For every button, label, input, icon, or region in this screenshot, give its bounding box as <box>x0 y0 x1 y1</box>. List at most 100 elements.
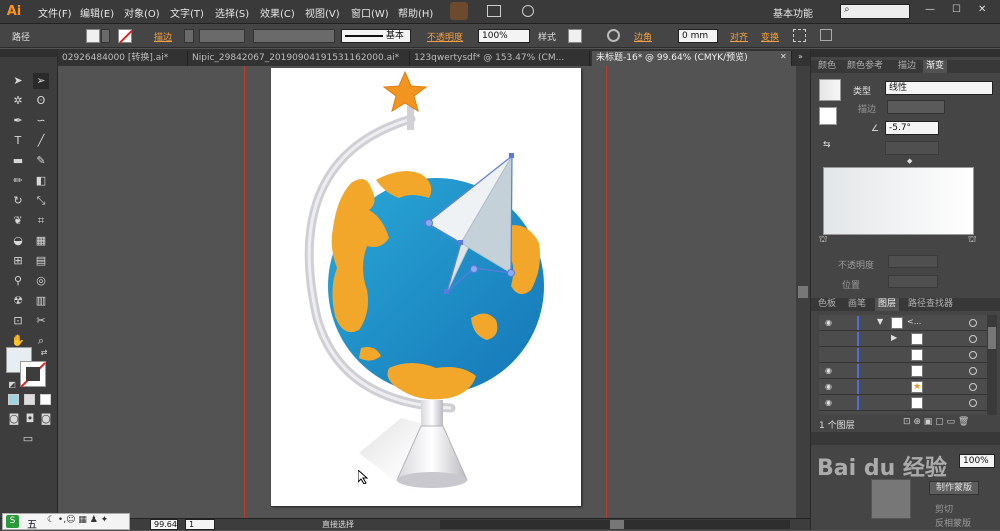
workspace-switcher[interactable]: 基本功能 <box>773 5 813 20</box>
draw-normal-icon[interactable]: ◙ <box>6 411 22 427</box>
menu-window[interactable]: 窗口(W) <box>351 5 389 20</box>
visibility-icon[interactable]: ◉ <box>825 382 835 392</box>
menu-type[interactable]: 文字(T) <box>170 5 204 20</box>
target-icon[interactable] <box>969 351 977 359</box>
close-icon[interactable]: ✕ <box>978 4 986 15</box>
target-icon[interactable] <box>969 319 977 327</box>
stroke-weight-dropdown[interactable] <box>199 29 245 43</box>
tab-overflow-icon[interactable]: » <box>798 52 803 61</box>
tab-swatches[interactable]: 色板 <box>815 298 839 311</box>
paintbrush-tool-icon[interactable]: ✎ <box>33 153 49 169</box>
transform-link[interactable]: 变换 <box>761 30 779 43</box>
target-icon[interactable] <box>969 335 977 343</box>
layer-row[interactable]: ◉ ★ <box>819 379 991 395</box>
tab-document-1[interactable]: 02926484000 [转换].ai* <box>58 51 188 66</box>
invert-mask-checkbox-label[interactable]: 反相蒙版 <box>935 516 971 529</box>
warp-tool-icon[interactable]: ❦ <box>10 213 26 229</box>
swap-colors-icon[interactable]: ⇄ <box>36 345 52 361</box>
target-icon[interactable] <box>969 399 977 407</box>
layer-name[interactable]: <... <box>907 317 921 326</box>
visibility-icon[interactable]: ◉ <box>825 398 835 408</box>
fill-dropdown[interactable] <box>101 29 110 43</box>
opacity-label[interactable]: 不透明度 <box>427 30 463 43</box>
gradient-preview-swatch[interactable] <box>819 79 841 101</box>
magic-wand-tool-icon[interactable]: ✲ <box>10 93 26 109</box>
gradient-tool-icon[interactable]: ▤ <box>33 253 49 269</box>
tab-stroke[interactable]: 描边 <box>895 60 919 73</box>
stroke-label[interactable]: 描边 <box>154 30 172 43</box>
selection-tool-icon[interactable]: ➤ <box>10 73 26 89</box>
layer-row[interactable]: ▶ <box>819 331 991 347</box>
bridge-icon[interactable] <box>450 2 468 20</box>
slice-tool-icon[interactable]: ✂ <box>33 313 49 329</box>
tab-gradient[interactable]: 渐变 <box>923 60 948 73</box>
perspective-grid-tool-icon[interactable]: ▦ <box>33 233 49 249</box>
stroke-swatch[interactable] <box>118 29 133 44</box>
eyedropper-tool-icon[interactable]: ⚲ <box>10 273 26 289</box>
panel-menu-icon[interactable] <box>820 29 832 41</box>
direct-selection-tool-icon[interactable]: ➢ <box>33 73 49 89</box>
free-transform-tool-icon[interactable]: ⌗ <box>33 213 49 229</box>
globe-illustration[interactable] <box>271 68 581 506</box>
menu-view[interactable]: 视图(V) <box>305 5 340 20</box>
tab-document-4[interactable]: 未标题-16* @ 99.64% (CMYK/预览) <box>592 51 792 66</box>
gradient-mode-icon[interactable] <box>24 394 35 405</box>
layer-row[interactable]: ◉ <box>819 363 991 379</box>
stroke-color-box[interactable] <box>20 361 46 388</box>
tab-pathfinder[interactable]: 路径查找器 <box>905 298 956 311</box>
menu-help[interactable]: 帮助(H) <box>398 5 433 20</box>
default-colors-icon[interactable]: ◩ <box>4 377 20 393</box>
pencil-tool-icon[interactable]: ✏ <box>10 173 26 189</box>
target-icon[interactable] <box>969 383 977 391</box>
gradient-angle-field[interactable]: -5.7° <box>885 121 939 135</box>
target-icon[interactable] <box>969 367 977 375</box>
opacity-field[interactable]: 100% <box>478 29 530 43</box>
type-tool-icon[interactable]: T <box>10 133 26 149</box>
layer-row[interactable]: ◉ <box>819 395 991 411</box>
stroke-weight-stepper[interactable] <box>184 29 194 43</box>
color-mode-icon[interactable] <box>8 394 19 405</box>
stroke-gradient-buttons[interactable] <box>887 100 945 114</box>
corner-radius-field[interactable]: 0 mm <box>678 29 718 43</box>
eraser-tool-icon[interactable]: ◧ <box>33 173 49 189</box>
tab-layers[interactable]: 图层 <box>875 298 900 311</box>
layer-row[interactable]: ◉ ▼ <... <box>819 315 991 331</box>
scale-tool-icon[interactable]: ⤡ <box>33 193 49 209</box>
pen-tool-icon[interactable]: ✒ <box>10 113 26 129</box>
gradient-slider-bar[interactable] <box>823 167 974 235</box>
variable-width-dropdown[interactable] <box>253 29 335 43</box>
arrange-documents-icon[interactable] <box>487 5 501 17</box>
menu-effect[interactable]: 效果(C) <box>260 5 295 20</box>
tab-document-3[interactable]: 123qwertysdf* @ 153.47% (CM... <box>410 51 590 66</box>
gradient-type-dropdown[interactable]: 线性 <box>885 81 993 95</box>
none-mode-icon[interactable] <box>40 394 51 405</box>
horizontal-scrollbar[interactable] <box>440 520 790 529</box>
brush-definition-dropdown[interactable]: 基本 <box>341 29 411 43</box>
visibility-icon[interactable]: ◉ <box>825 366 835 376</box>
corner-label[interactable]: 边角 <box>634 30 652 43</box>
artboard-tool-icon[interactable]: ⊡ <box>10 313 26 329</box>
screen-mode-icon[interactable]: ▭ <box>20 431 36 447</box>
align-link[interactable]: 对齐 <box>730 30 748 43</box>
mesh-tool-icon[interactable]: ⊞ <box>10 253 26 269</box>
draw-inside-icon[interactable]: ◙ <box>38 411 54 427</box>
tab-brushes[interactable]: 画笔 <box>845 298 869 311</box>
toolbar-grip[interactable] <box>0 49 58 57</box>
artboard[interactable] <box>271 68 581 506</box>
ime-options-icon[interactable]: ☾ •,☺ ▦ ♟ ✦ <box>47 515 108 525</box>
isolate-icon[interactable] <box>793 29 806 42</box>
search-input[interactable] <box>840 4 910 19</box>
line-tool-icon[interactable]: ╱ <box>33 133 49 149</box>
vertical-scrollbar[interactable] <box>796 66 810 518</box>
expand-arrow-icon[interactable]: ▼ <box>877 317 883 326</box>
visibility-icon[interactable]: ◉ <box>825 318 835 328</box>
tab-color[interactable]: 颜色 <box>815 60 839 73</box>
graphic-style-swatch[interactable] <box>568 29 582 43</box>
layers-scrollbar[interactable] <box>987 315 997 415</box>
scroll-thumb[interactable] <box>798 286 808 298</box>
draw-behind-icon[interactable]: ◘ <box>22 411 38 427</box>
menu-edit[interactable]: 编辑(E) <box>80 5 114 20</box>
column-graph-tool-icon[interactable]: ▥ <box>33 293 49 309</box>
recolor-icon[interactable] <box>607 29 620 42</box>
canvas-area[interactable] <box>58 66 796 518</box>
